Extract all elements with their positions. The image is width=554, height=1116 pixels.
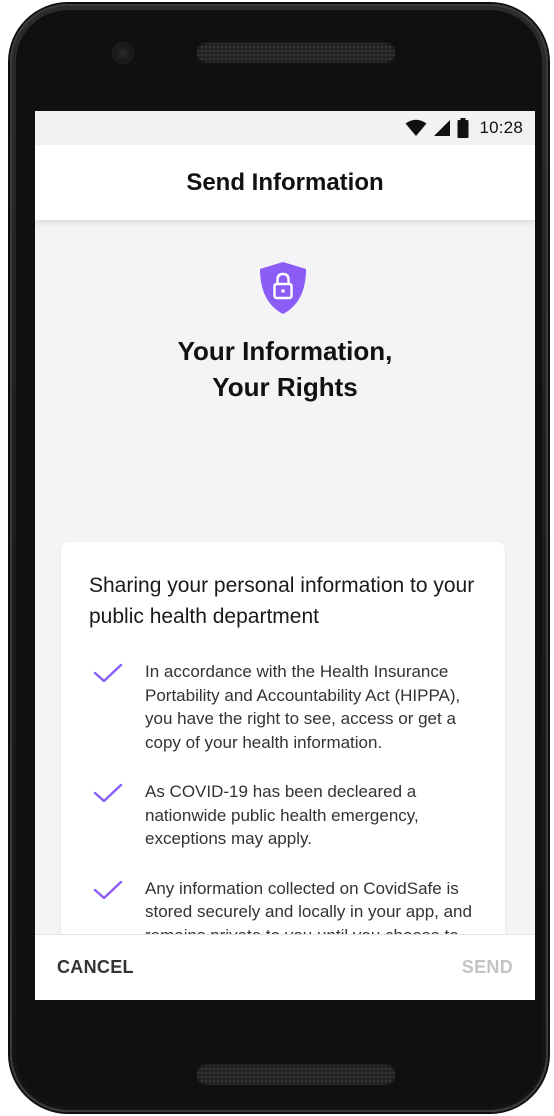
list-item-text: Any information collected on CovidSafe i… [145,878,472,935]
list-item-text: In accordance with the Health Insurance … [145,662,461,752]
send-button[interactable]: SEND [462,957,513,978]
action-footer: CANCEL SEND [35,934,535,1000]
rights-card: Sharing your personal information to you… [61,542,505,934]
status-icons: 10:28 [405,117,523,139]
check-icon [93,880,123,899]
heading-line-2: Your Rights [212,372,358,402]
rights-list: In accordance with the Health Insurance … [89,660,489,934]
list-item-text: As COVID-19 has been decleared a nationw… [145,782,419,848]
page-title: Send Information [186,168,384,196]
card-title: Sharing your personal information to you… [89,574,475,628]
cell-signal-icon [434,120,451,136]
scroll-content[interactable]: Your Information, Your Rights Sharing yo… [35,220,535,934]
list-item: Any information collected on CovidSafe i… [89,877,489,935]
heading-line-1: Your Information, [177,336,393,366]
shield-lock-icon [260,262,306,314]
screen: 10:28 Send Information Your Information,… [35,111,535,1000]
cancel-button[interactable]: CANCEL [57,957,134,978]
rights-heading: Your Information, Your Rights [35,333,535,405]
battery-icon [457,118,469,138]
bottom-speaker-grille [196,1063,396,1085]
check-icon [93,663,123,683]
list-item: In accordance with the Health Insurance … [89,660,489,754]
list-item: As COVID-19 has been decleared a nationw… [89,780,489,851]
status-time: 10:28 [479,118,523,137]
wifi-icon [405,119,427,136]
front-camera [114,44,132,62]
app-header: Send Information [35,145,535,220]
top-speaker-grille [196,41,396,63]
status-bar: 10:28 [35,111,535,145]
check-icon [93,783,123,803]
